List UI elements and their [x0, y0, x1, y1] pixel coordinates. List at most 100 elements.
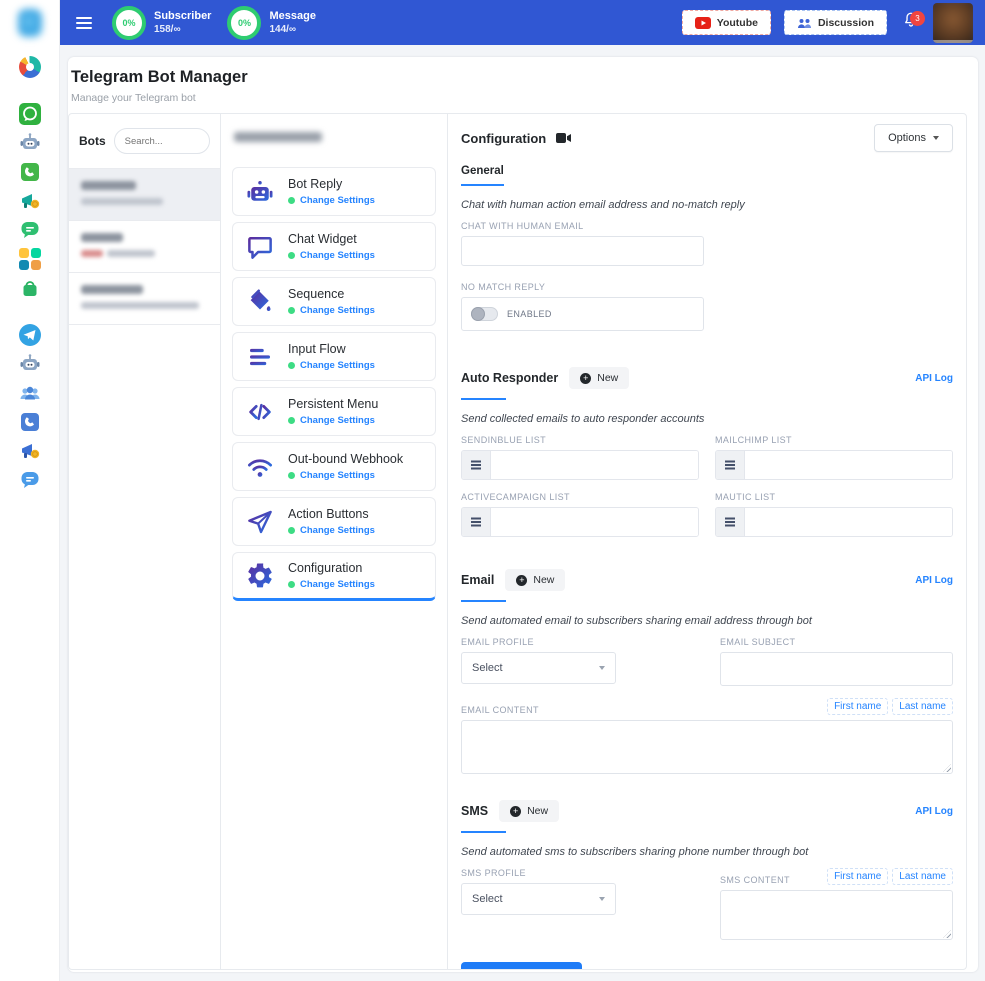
- bot-name-blurred: [81, 181, 136, 190]
- youtube-button[interactable]: Youtube: [682, 10, 771, 35]
- change-settings-link[interactable]: Change Settings: [300, 579, 375, 590]
- change-settings-link[interactable]: Change Settings: [300, 305, 375, 316]
- app-logo[interactable]: [18, 13, 42, 45]
- sidebar-item-dashboard[interactable]: [18, 55, 42, 79]
- gear-icon: [245, 561, 275, 591]
- no-match-reply-box: ENABLED: [461, 297, 704, 331]
- section-underline: [461, 398, 506, 400]
- menu-item-persistent-menu[interactable]: Persistent Menu Change Settings: [232, 387, 436, 436]
- sms-api-log-link[interactable]: API Log: [915, 806, 953, 817]
- change-settings-link[interactable]: Change Settings: [300, 525, 375, 536]
- menu-item-configuration[interactable]: Configuration Change Settings: [232, 552, 436, 601]
- section-underline: [461, 831, 506, 833]
- sidebar-item-contacts-blue[interactable]: [18, 410, 42, 434]
- menu-item-outbound-webhook[interactable]: Out-bound Webhook Change Settings: [232, 442, 436, 491]
- save-settings-button[interactable]: Save Settings: [461, 962, 582, 969]
- mailchimp-list-input[interactable]: [745, 451, 952, 479]
- sidebar-item-integrations[interactable]: [18, 247, 42, 271]
- email-content-textarea[interactable]: [461, 720, 953, 774]
- notifications-button[interactable]: 3: [902, 10, 920, 35]
- video-tutorial-icon[interactable]: [556, 132, 572, 144]
- new-button-label: New: [533, 574, 554, 586]
- paper-plane-icon: [245, 507, 275, 537]
- menu-item-input-flow[interactable]: Input Flow Change Settings: [232, 332, 436, 381]
- discussion-button[interactable]: Discussion: [784, 10, 887, 35]
- status-dot: [288, 252, 295, 259]
- sms-content-label: SMS CONTENT: [720, 875, 790, 885]
- ecommerce-icon: [19, 277, 41, 299]
- configuration-column: Configuration Options General Chat with …: [448, 114, 966, 969]
- sendinblue-list-label: SENDINBLUE LIST: [461, 435, 699, 445]
- message-progress-ring: 0%: [227, 6, 261, 40]
- mautic-list-field: [715, 507, 953, 537]
- sidebar-item-livechat-green[interactable]: [18, 218, 42, 242]
- sidebar-item-whatsapp-bot[interactable]: [18, 131, 42, 155]
- bot-username-blurred: [107, 250, 155, 257]
- email-api-log-link[interactable]: API Log: [915, 575, 953, 586]
- change-settings-link[interactable]: Change Settings: [300, 195, 375, 206]
- bots-search-input[interactable]: [114, 128, 210, 154]
- menu-item-bot-reply[interactable]: Bot Reply Change Settings: [232, 167, 436, 216]
- menu-toggle-icon[interactable]: [76, 14, 92, 32]
- email-profile-select[interactable]: Select: [461, 652, 616, 684]
- menu-item-chat-widget[interactable]: Chat Widget Change Settings: [232, 222, 436, 271]
- sidebar-item-groups[interactable]: [18, 381, 42, 405]
- options-dropdown-button[interactable]: Options: [874, 124, 953, 152]
- tab-general[interactable]: General: [461, 165, 504, 186]
- chat-with-human-email-input[interactable]: [461, 236, 704, 266]
- plus-icon: [510, 806, 521, 817]
- status-dot: [288, 472, 295, 479]
- sms-profile-select[interactable]: Select: [461, 883, 616, 915]
- sidebar-item-broadcast-green[interactable]: [18, 189, 42, 213]
- activecampaign-list-input[interactable]: [491, 508, 698, 536]
- section-underline: [461, 600, 506, 602]
- message-label: Message: [269, 10, 315, 22]
- sendinblue-list-input[interactable]: [491, 451, 698, 479]
- no-match-reply-toggle[interactable]: [471, 307, 498, 321]
- sidebar-item-telegram-bot[interactable]: [18, 352, 42, 376]
- menu-item-sequence[interactable]: Sequence Change Settings: [232, 277, 436, 326]
- sidebar-item-contacts-green[interactable]: [18, 160, 42, 184]
- paint-bucket-icon: [245, 287, 275, 317]
- bot-list-item[interactable]: [69, 221, 220, 273]
- bot-list-item[interactable]: [69, 169, 220, 221]
- last-name-chip[interactable]: Last name: [892, 698, 953, 715]
- menu-item-label: Persistent Menu: [288, 397, 378, 411]
- sidebar-item-whatsapp[interactable]: [18, 102, 42, 126]
- email-title: Email: [461, 573, 494, 587]
- telegram-bot-icon: [19, 353, 41, 375]
- auto-responder-api-log-link[interactable]: API Log: [915, 373, 953, 384]
- chevron-down-icon: [599, 666, 605, 670]
- sms-content-textarea[interactable]: [720, 890, 953, 940]
- menu-item-label: Configuration: [288, 561, 375, 575]
- livechat-blue-icon: [19, 469, 41, 491]
- email-content-label: EMAIL CONTENT: [461, 705, 539, 715]
- sidebar-item-ecommerce[interactable]: [18, 276, 42, 300]
- change-settings-link[interactable]: Change Settings: [300, 415, 375, 426]
- auto-responder-description: Send collected emails to auto responder …: [461, 413, 953, 425]
- menu-item-label: Input Flow: [288, 342, 375, 356]
- sidebar-item-broadcast-blue[interactable]: [18, 439, 42, 463]
- menu-item-action-buttons[interactable]: Action Buttons Change Settings: [232, 497, 436, 546]
- mautic-list-input[interactable]: [745, 508, 952, 536]
- first-name-chip[interactable]: First name: [827, 868, 888, 885]
- bot-list-item[interactable]: [69, 273, 220, 325]
- email-subject-input[interactable]: [720, 652, 953, 686]
- change-settings-link[interactable]: Change Settings: [300, 250, 375, 261]
- app-sidebar: [0, 0, 60, 981]
- last-name-chip[interactable]: Last name: [892, 868, 953, 885]
- email-new-button[interactable]: New: [505, 569, 565, 591]
- first-name-chip[interactable]: First name: [827, 698, 888, 715]
- change-settings-link[interactable]: Change Settings: [300, 360, 375, 371]
- sidebar-item-livechat-blue[interactable]: [18, 468, 42, 492]
- user-avatar[interactable]: [933, 3, 973, 43]
- sms-new-button[interactable]: New: [499, 800, 559, 822]
- menu-item-label: Out-bound Webhook: [288, 452, 403, 466]
- sidebar-item-telegram[interactable]: [18, 323, 42, 347]
- subscriber-label: Subscriber: [154, 10, 211, 22]
- auto-responder-new-button[interactable]: New: [569, 367, 629, 389]
- change-settings-link[interactable]: Change Settings: [300, 470, 375, 481]
- groups-icon: [19, 382, 41, 404]
- wifi-icon: [245, 452, 275, 482]
- menu-item-label: Chat Widget: [288, 232, 375, 246]
